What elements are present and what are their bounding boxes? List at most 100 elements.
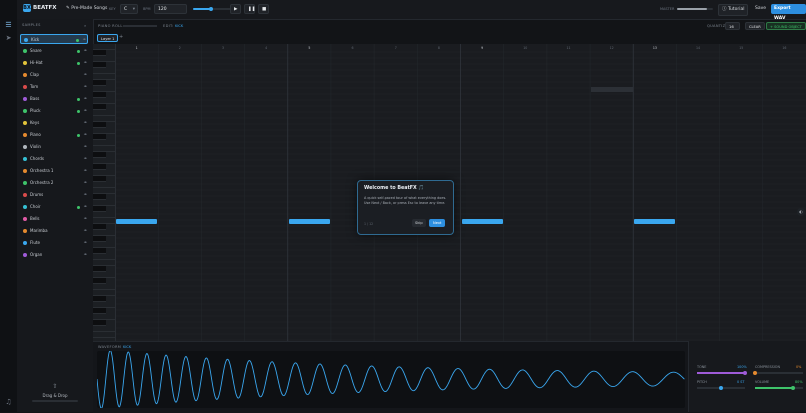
quantize-select[interactable]: 16 <box>725 22 740 30</box>
sample-preview-icon[interactable]: ◂▸ <box>84 96 87 100</box>
piano-roll-hint <box>123 25 157 27</box>
drag-drop-title[interactable]: Drag & Drop <box>17 393 93 398</box>
tutorial-label: Tutorial <box>727 7 745 12</box>
sample-color-dot <box>23 169 27 173</box>
sample-preview-icon[interactable]: ◂▸ <box>84 60 87 64</box>
sample-preview-icon[interactable]: ◂▸ <box>84 168 87 172</box>
layer-tab[interactable]: Layer 1 <box>97 34 119 42</box>
compression-value: 0% <box>796 365 802 369</box>
tone-slider-knob[interactable] <box>743 371 747 375</box>
note-block[interactable] <box>461 219 503 224</box>
bpm-input[interactable]: 120 <box>154 4 187 14</box>
pitch-slider-knob[interactable] <box>719 386 723 390</box>
volume-slider[interactable] <box>755 386 803 390</box>
sample-item[interactable]: Flute ◂▸ <box>20 238 88 248</box>
sample-item[interactable]: Keys ◂▸ <box>20 118 88 128</box>
sample-item[interactable]: Drums ◂▸ <box>20 190 88 200</box>
white-key[interactable] <box>93 332 115 338</box>
sample-name: Orchestra 2 <box>30 180 54 185</box>
sample-active-indicator <box>77 61 80 65</box>
sample-preview-icon[interactable]: ◂▸ <box>84 240 87 244</box>
edit-target: KICK <box>175 24 184 28</box>
sample-item[interactable]: Orchestra 1 ◂▸ <box>20 166 88 176</box>
sample-preview-icon[interactable]: ◂▸ <box>84 132 87 136</box>
sample-preview-icon[interactable]: ◂▸ <box>84 228 87 232</box>
sample-item[interactable]: Bells ◂▸ <box>20 214 88 224</box>
premade-songs-button[interactable]: ✎ Pre-Made Songs <box>63 4 110 14</box>
sample-preview-icon[interactable]: ◂▸ <box>84 144 87 148</box>
tone-slider[interactable] <box>697 371 747 375</box>
sample-active-indicator <box>77 205 80 209</box>
next-button[interactable]: Next <box>429 219 446 227</box>
step-number: 1 <box>136 46 138 50</box>
tracks-icon[interactable]: ☰ <box>4 21 13 30</box>
sample-name: Bells <box>30 216 40 221</box>
play-button[interactable]: ▶ <box>230 4 241 14</box>
sample-item[interactable]: Tom ◂▸ <box>20 82 88 92</box>
pause-button[interactable]: ❚❚ <box>244 4 256 14</box>
compression-slider-knob[interactable] <box>753 371 757 375</box>
sample-item[interactable]: Piano ◂▸ <box>20 130 88 140</box>
sample-preview-icon[interactable]: ◂▸ <box>84 84 87 88</box>
step-number: 6 <box>352 46 354 50</box>
pitch-label: PITCH <box>697 380 707 384</box>
sample-preview-icon[interactable]: ◂▸ <box>84 216 87 220</box>
sample-name: Keys <box>30 120 40 125</box>
compression-slider[interactable] <box>753 371 803 375</box>
stop-button[interactable]: ■ <box>258 4 269 14</box>
sample-active-indicator <box>77 97 80 101</box>
search-icon[interactable]: ⌕ <box>84 23 86 28</box>
tutorial-button[interactable]: ⓘ Tutorial <box>718 4 749 16</box>
note-block[interactable] <box>116 219 158 224</box>
key-select[interactable]: C ▾ <box>120 4 138 14</box>
sample-item[interactable]: Violin ◂▸ <box>20 142 88 152</box>
sample-item[interactable]: Kick ◂▸ <box>20 34 88 44</box>
help-fab-icon[interactable]: ◐ <box>797 208 805 216</box>
send-icon[interactable]: ➤ <box>4 34 13 43</box>
export-wav-button[interactable]: Export WAV <box>771 4 806 21</box>
music-note-icon[interactable]: ♫ <box>4 398 13 407</box>
master-slider[interactable] <box>677 8 713 10</box>
sample-name: Chords <box>30 156 44 161</box>
sample-color-dot <box>23 241 27 245</box>
sample-preview-icon[interactable]: ◂▸ <box>84 192 87 196</box>
bpm-slider[interactable] <box>193 7 233 11</box>
skip-button[interactable]: Skip <box>412 219 426 227</box>
sample-preview-icon[interactable]: ◂▸ <box>84 108 87 112</box>
sample-item[interactable]: Clap ◂▸ <box>20 70 88 80</box>
save-button[interactable]: Save <box>752 4 769 14</box>
sample-item[interactable]: Bass ◂▸ <box>20 94 88 104</box>
sample-preview-icon[interactable]: ◂▸ <box>84 252 87 256</box>
sample-item[interactable]: Hi-Hat ◂▸ <box>20 58 88 68</box>
sample-item[interactable]: Orchestra 2 ◂▸ <box>20 178 88 188</box>
volume-slider-knob[interactable] <box>791 386 796 390</box>
sample-preview-icon[interactable]: ◂▸ <box>84 72 87 76</box>
sample-preview-icon[interactable]: ◂▸ <box>84 204 87 208</box>
sample-item[interactable]: Organ ◂▸ <box>20 250 88 260</box>
pitch-slider[interactable] <box>697 386 745 390</box>
sample-item[interactable]: Snare ◂▸ <box>20 46 88 56</box>
add-layer-button[interactable]: + <box>119 34 123 40</box>
sample-item[interactable]: Choir ◂▸ <box>20 202 88 212</box>
clear-button[interactable]: CLEAR <box>745 22 765 30</box>
sample-name: Piano <box>30 132 41 137</box>
waveform-graph <box>96 349 685 410</box>
sample-item[interactable]: Chords ◂▸ <box>20 154 88 164</box>
add-sound-object-button[interactable]: + SOUND OBJECT <box>766 22 806 30</box>
sample-active-indicator <box>77 133 80 137</box>
sample-name: Drums <box>30 192 44 197</box>
sample-item[interactable]: Marimba ◂▸ <box>20 226 88 236</box>
bpm-slider-knob[interactable] <box>209 7 213 11</box>
note-block[interactable] <box>634 219 676 224</box>
drag-drop-hint <box>17 400 93 402</box>
sample-item[interactable]: Pluck ◂▸ <box>20 106 88 116</box>
piano-keyboard[interactable] <box>93 44 116 341</box>
note-block[interactable] <box>288 219 330 224</box>
sample-preview-icon[interactable]: ◂▸ <box>84 120 87 124</box>
sample-preview-icon[interactable]: ◂▸ <box>84 156 87 160</box>
sample-preview-icon[interactable]: ◂▸ <box>84 180 87 184</box>
waveform-display <box>96 349 685 410</box>
samples-title: SAMPLES <box>22 23 41 27</box>
sample-preview-icon[interactable]: ◂▸ <box>83 37 86 41</box>
sample-preview-icon[interactable]: ◂▸ <box>84 48 87 52</box>
